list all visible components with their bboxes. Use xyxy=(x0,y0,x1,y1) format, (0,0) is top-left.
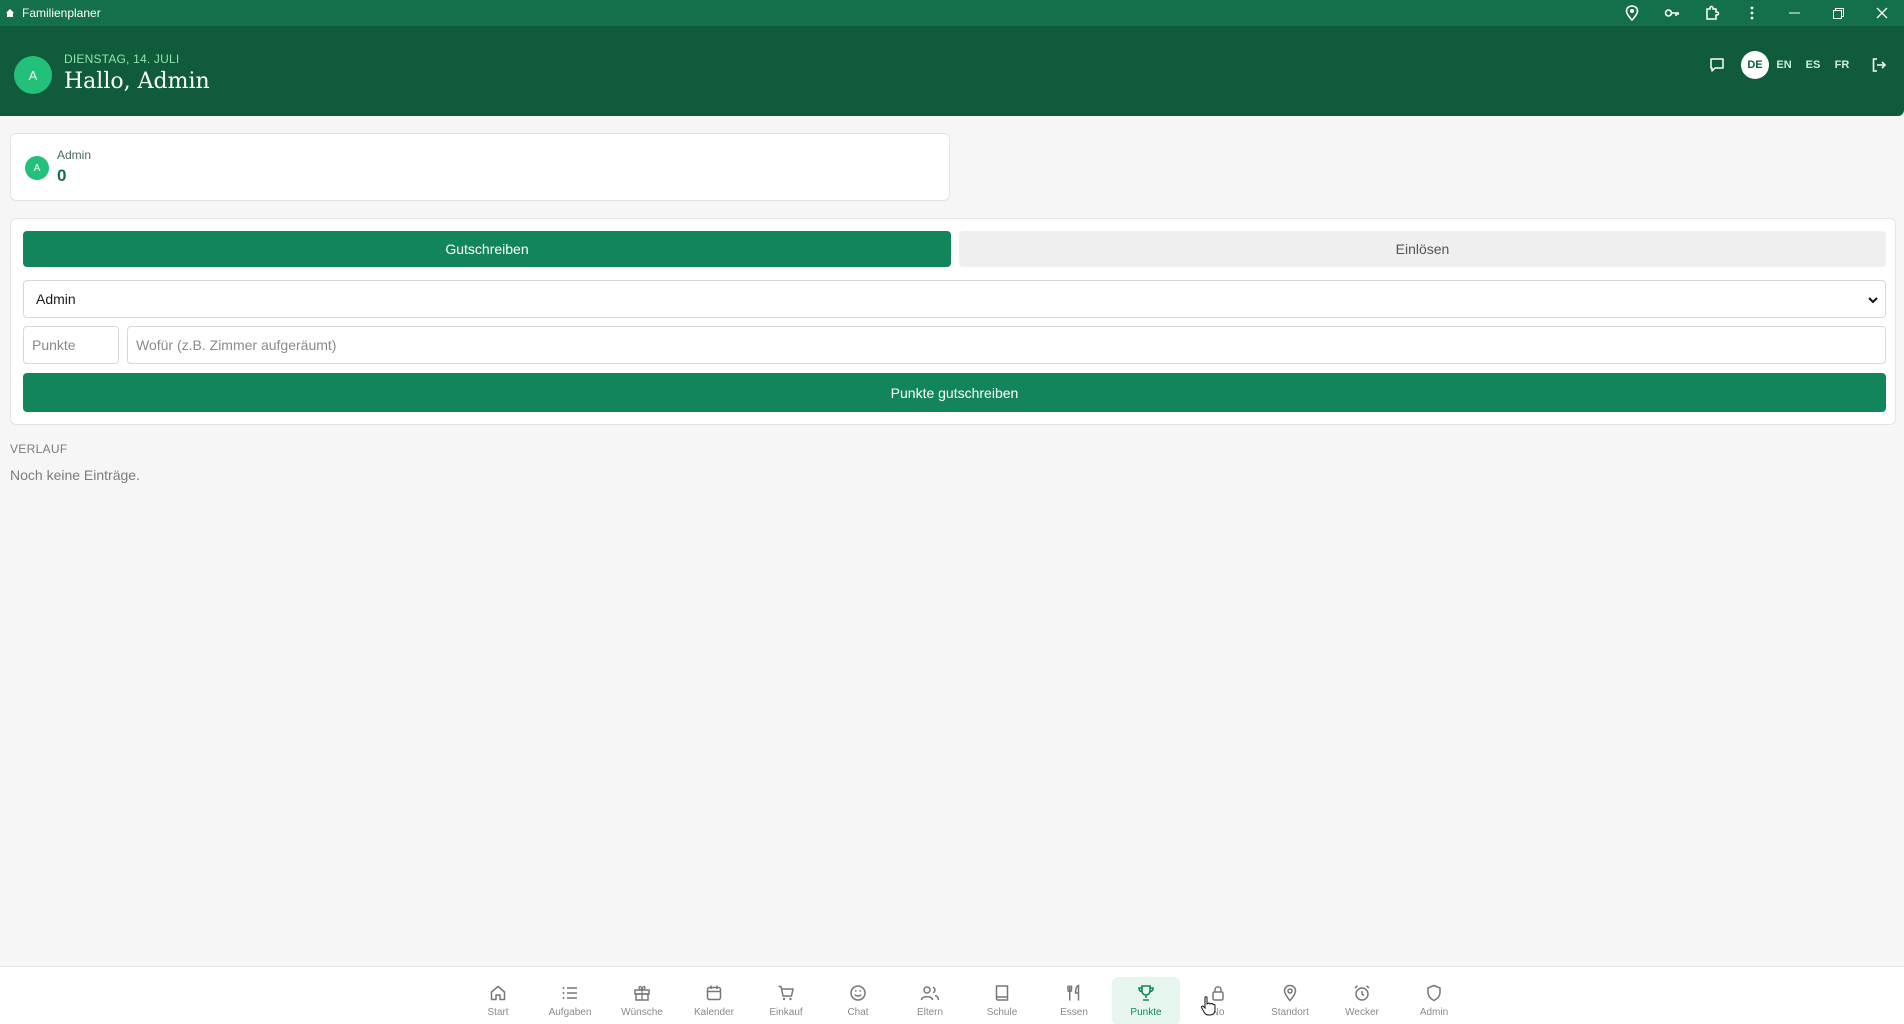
logout-button[interactable] xyxy=(1862,50,1896,80)
member-select[interactable]: Admin xyxy=(23,280,1886,318)
history-heading: VERLAUF xyxy=(10,442,68,456)
book-icon xyxy=(991,982,1013,1004)
home-icon xyxy=(5,7,17,19)
feedback-button[interactable] xyxy=(1702,50,1732,80)
nav-item-schule[interactable]: Schule xyxy=(968,977,1036,1024)
extension-icon[interactable] xyxy=(1692,0,1732,26)
points-form-card: Gutschreiben Einlösen Admin Punkte gutsc… xyxy=(10,218,1896,425)
cart-icon xyxy=(775,982,797,1004)
more-vert-icon[interactable] xyxy=(1732,0,1772,26)
bottom-navigation: Start Aufgaben Wünsche Kalender Einkauf … xyxy=(0,966,1904,1024)
message-square-icon xyxy=(1710,58,1724,72)
nav-item-no[interactable]: No xyxy=(1184,977,1252,1024)
gift-icon xyxy=(631,982,653,1004)
nav-item-einkauf[interactable]: Einkauf xyxy=(752,977,820,1024)
nav-item-punkte[interactable]: Punkte xyxy=(1112,977,1180,1024)
history-empty-text: Noch keine Einträge. xyxy=(10,467,140,483)
lang-en-button[interactable]: EN xyxy=(1770,51,1798,79)
avatar[interactable]: A xyxy=(14,56,52,94)
smiley-icon xyxy=(847,982,869,1004)
hand-cursor-icon xyxy=(1200,996,1216,1021)
credit-points-button[interactable]: Punkte gutschreiben xyxy=(23,373,1886,412)
tab-redeem[interactable]: Einlösen xyxy=(959,231,1886,267)
shield-icon xyxy=(1423,982,1445,1004)
member-select-value: Admin xyxy=(36,291,76,307)
users-icon xyxy=(919,982,941,1004)
cutlery-icon xyxy=(1063,982,1085,1004)
reason-input[interactable] xyxy=(127,326,1886,364)
list-icon xyxy=(559,982,581,1004)
window-titlebar: Familienplaner xyxy=(0,0,1904,26)
tab-credit[interactable]: Gutschreiben xyxy=(23,231,951,267)
home-icon xyxy=(487,982,509,1004)
alarm-icon xyxy=(1351,982,1373,1004)
map-pin-icon xyxy=(1279,982,1301,1004)
points-balance-card: A Admin 0 xyxy=(10,133,950,201)
nav-item-eltern[interactable]: Eltern xyxy=(896,977,964,1024)
current-date: DIENSTAG, 14. JULI xyxy=(64,52,180,66)
nav-item-wuensche[interactable]: Wünsche xyxy=(608,977,676,1024)
nav-item-essen[interactable]: Essen xyxy=(1040,977,1108,1024)
location-pin-icon[interactable] xyxy=(1612,0,1652,26)
avatar: A xyxy=(25,156,49,180)
nav-item-aufgaben[interactable]: Aufgaben xyxy=(536,977,604,1024)
lang-de-button[interactable]: DE xyxy=(1741,51,1769,79)
chevron-down-icon xyxy=(1867,293,1879,309)
key-icon[interactable] xyxy=(1652,0,1692,26)
window-title: Familienplaner xyxy=(22,6,101,20)
nav-item-standort[interactable]: Standort xyxy=(1256,977,1324,1024)
minimize-icon[interactable] xyxy=(1772,0,1816,26)
nav-item-admin[interactable]: Admin xyxy=(1400,977,1468,1024)
nav-item-chat[interactable]: Chat xyxy=(824,977,892,1024)
lang-es-button[interactable]: ES xyxy=(1799,51,1827,79)
member-name: Admin xyxy=(57,148,92,162)
greeting-title: Hallo, Admin xyxy=(64,69,210,94)
calendar-icon xyxy=(703,982,725,1004)
nav-item-kalender[interactable]: Kalender xyxy=(680,977,748,1024)
restore-icon[interactable] xyxy=(1816,0,1860,26)
close-icon[interactable] xyxy=(1860,0,1904,26)
lang-fr-button[interactable]: FR xyxy=(1828,51,1856,79)
nav-item-wecker[interactable]: Wecker xyxy=(1328,977,1396,1024)
trophy-icon xyxy=(1135,982,1157,1004)
points-input[interactable] xyxy=(23,326,119,364)
logout-icon xyxy=(1872,58,1887,72)
nav-item-start[interactable]: Start xyxy=(464,977,532,1024)
points-value: 0 xyxy=(57,166,67,185)
app-header: A DIENSTAG, 14. JULI Hallo, Admin DE EN … xyxy=(0,26,1904,116)
